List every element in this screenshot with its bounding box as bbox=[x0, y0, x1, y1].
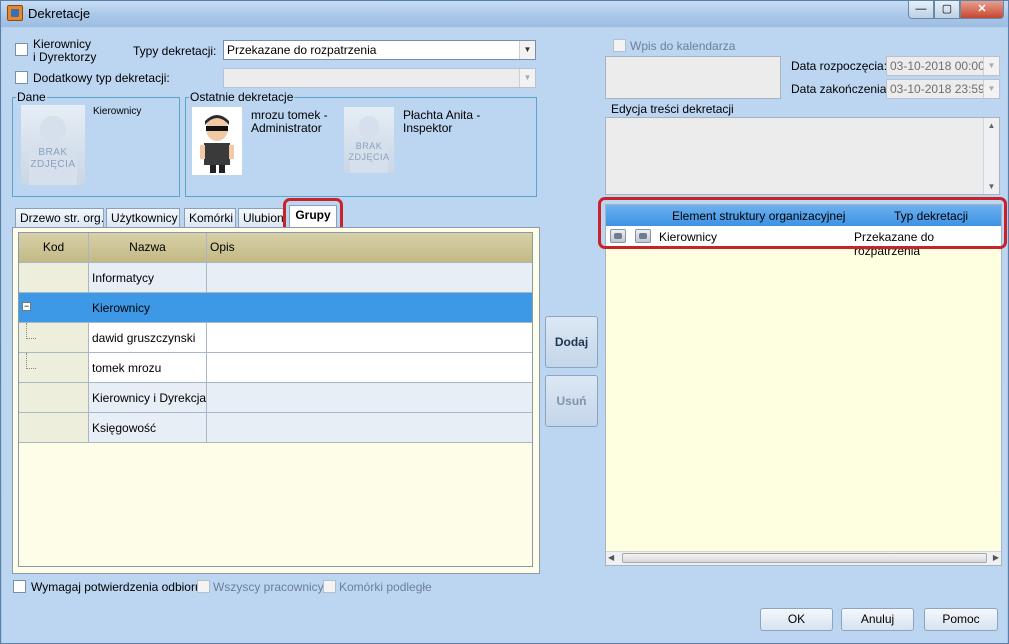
tab-ulubione[interactable]: Ulubion bbox=[238, 208, 286, 227]
column-header-nazwa[interactable]: Nazwa bbox=[89, 233, 207, 262]
user-avatar-mrozu[interactable] bbox=[192, 107, 242, 175]
recent-user-name[interactable]: Płachta Anita - Inspektor bbox=[403, 109, 480, 135]
recent-user-name[interactable]: mrozu tomek - Administrator bbox=[251, 109, 328, 135]
tab-drzewo[interactable]: Drzewo str. org. bbox=[15, 208, 104, 227]
window-title: Dekretacje bbox=[28, 6, 91, 21]
add-button[interactable]: Dodaj bbox=[545, 316, 598, 368]
tree-line bbox=[26, 353, 36, 369]
cell-opis bbox=[207, 353, 533, 382]
cell-nazwa: Informatycy bbox=[89, 263, 207, 292]
require-confirmation-label: Wymagaj potwierdzenia odbioru bbox=[31, 580, 202, 594]
column-header-kod[interactable]: Kod bbox=[19, 233, 89, 262]
end-date-value: 03-10-2018 23:59 bbox=[890, 82, 985, 96]
dodatkowy-typ-select[interactable]: ▼ bbox=[223, 68, 536, 88]
typy-dekretacji-select[interactable]: Przekazane do rozpatrzenia ▼ bbox=[223, 40, 536, 60]
table-row[interactable]: dawid gruszczynski bbox=[19, 323, 532, 353]
chevron-down-icon[interactable]: ▼ bbox=[519, 41, 535, 59]
cell-nazwa: Księgowość bbox=[89, 413, 207, 442]
dodatkowy-typ-label: Dodatkowy typ dekretacji: bbox=[33, 71, 170, 85]
cell-kod bbox=[19, 383, 89, 412]
cell-nazwa: dawid gruszczynski bbox=[89, 323, 207, 352]
groups-table-header: Kod Nazwa Opis bbox=[19, 233, 532, 263]
collapse-icon[interactable]: − bbox=[22, 302, 31, 311]
cell-opis bbox=[207, 413, 533, 442]
table-row[interactable]: Informatycy bbox=[19, 263, 532, 293]
require-confirmation-checkbox[interactable] bbox=[13, 580, 26, 593]
tree-line bbox=[26, 323, 36, 339]
edit-content-label: Edycja treści dekretacji bbox=[611, 102, 734, 116]
cell-opis bbox=[207, 293, 533, 322]
column-header-opis[interactable]: Opis bbox=[207, 233, 533, 262]
calendar-checkbox[interactable] bbox=[613, 39, 626, 52]
typy-dekretacji-label: Typy dekretacji: bbox=[133, 44, 217, 58]
table-row[interactable]: tomek mrozu bbox=[19, 353, 532, 383]
cancel-button[interactable]: Anuluj bbox=[841, 608, 914, 631]
cell-opis bbox=[207, 383, 533, 412]
cell-kod bbox=[19, 353, 89, 382]
vertical-scrollbar[interactable]: ▲ ▼ bbox=[983, 118, 999, 194]
scroll-thumb[interactable] bbox=[622, 553, 987, 563]
maximize-button[interactable]: ▢ bbox=[934, 1, 960, 19]
cell-kod bbox=[19, 413, 89, 442]
ok-button[interactable]: OK bbox=[760, 608, 833, 631]
highlight-ring bbox=[598, 197, 1007, 249]
start-date-label: Data rozpoczęcia: bbox=[791, 59, 888, 73]
subordinate-units-checkbox[interactable] bbox=[323, 580, 336, 593]
start-date-picker[interactable]: 03-10-2018 00:00 ▼ bbox=[886, 56, 1000, 76]
scroll-up-icon[interactable]: ▲ bbox=[984, 121, 999, 130]
tab-uzytkownicy[interactable]: Użytkownicy bbox=[106, 208, 180, 227]
help-button[interactable]: Pomoc bbox=[924, 608, 998, 631]
scroll-left-icon[interactable]: ◀ bbox=[608, 553, 614, 562]
dane-name: Kierownicy bbox=[93, 106, 142, 117]
app-icon bbox=[7, 5, 23, 21]
all-employees-label: Wszyscy pracownicy bbox=[213, 580, 324, 594]
kierownicy-dyrektorzy-label: Kierownicy i Dyrektorzy bbox=[33, 37, 97, 64]
no-photo-text: BRAK ZDJĘCIA bbox=[348, 141, 390, 163]
typy-dekretacji-value: Przekazane do rozpatrzenia bbox=[227, 43, 377, 57]
start-date-value: 03-10-2018 00:00 bbox=[890, 59, 985, 73]
remove-button[interactable]: Usuń bbox=[545, 375, 598, 427]
no-photo-text: BRAK ZDJĘCIA bbox=[30, 146, 76, 170]
cell-kod bbox=[19, 323, 89, 352]
close-button[interactable]: ✕ bbox=[960, 1, 1004, 19]
cell-opis bbox=[207, 323, 533, 352]
ostatnie-dekretacje-legend: Ostatnie dekretacje bbox=[190, 90, 294, 104]
end-date-picker[interactable]: 03-10-2018 23:59 ▼ bbox=[886, 79, 1000, 99]
dodatkowy-typ-checkbox[interactable] bbox=[15, 71, 28, 84]
cell-nazwa: tomek mrozu bbox=[89, 353, 207, 382]
edit-content-textarea[interactable]: ▲ ▼ bbox=[605, 117, 1000, 195]
minimize-button[interactable]: — bbox=[908, 1, 934, 19]
title-bar[interactable]: Dekretacje — ▢ ✕ bbox=[1, 1, 1008, 27]
calendar-notes-field[interactable] bbox=[605, 56, 781, 99]
table-row[interactable]: Księgowość bbox=[19, 413, 532, 443]
table-row-selected[interactable]: − Kierownicy bbox=[19, 293, 532, 323]
chevron-down-icon[interactable]: ▼ bbox=[519, 69, 535, 87]
table-row[interactable]: Kierownicy i Dyrekcja bbox=[19, 383, 532, 413]
dane-legend: Dane bbox=[17, 90, 46, 104]
end-date-label: Data zakończenia: bbox=[791, 82, 890, 96]
dekretacje-window: Dekretacje — ▢ ✕ Kierownicy i Dyrektorzy… bbox=[0, 0, 1009, 644]
cell-nazwa: Kierownicy bbox=[89, 293, 207, 322]
no-photo-placeholder[interactable]: BRAK ZDJĘCIA bbox=[344, 107, 394, 173]
scroll-right-icon[interactable]: ▶ bbox=[993, 553, 999, 562]
scroll-down-icon[interactable]: ▼ bbox=[984, 182, 999, 191]
groups-table: Kod Nazwa Opis Informatycy − Kierownicy bbox=[18, 232, 533, 567]
tab-komorki[interactable]: Komórki bbox=[184, 208, 236, 227]
horizontal-scrollbar[interactable]: ◀ ▶ bbox=[606, 551, 1001, 565]
all-employees-checkbox[interactable] bbox=[197, 580, 210, 593]
chevron-down-icon[interactable]: ▼ bbox=[983, 57, 999, 75]
dialog-content: Kierownicy i Dyrektorzy Typy dekretacji:… bbox=[2, 28, 1007, 643]
cell-kod bbox=[19, 263, 89, 292]
chevron-down-icon[interactable]: ▼ bbox=[983, 80, 999, 98]
cell-nazwa: Kierownicy i Dyrekcja bbox=[89, 383, 207, 412]
cell-opis bbox=[207, 263, 533, 292]
assignment-table: Element struktury organizacyjnej Typ dek… bbox=[605, 204, 1002, 566]
kierownicy-dyrektorzy-checkbox[interactable] bbox=[15, 43, 28, 56]
calendar-label: Wpis do kalendarza bbox=[630, 39, 736, 53]
subordinate-units-label: Komórki podległe bbox=[339, 580, 432, 594]
cell-kod: − bbox=[19, 293, 89, 322]
no-photo-placeholder: BRAK ZDJĘCIA bbox=[21, 105, 85, 185]
